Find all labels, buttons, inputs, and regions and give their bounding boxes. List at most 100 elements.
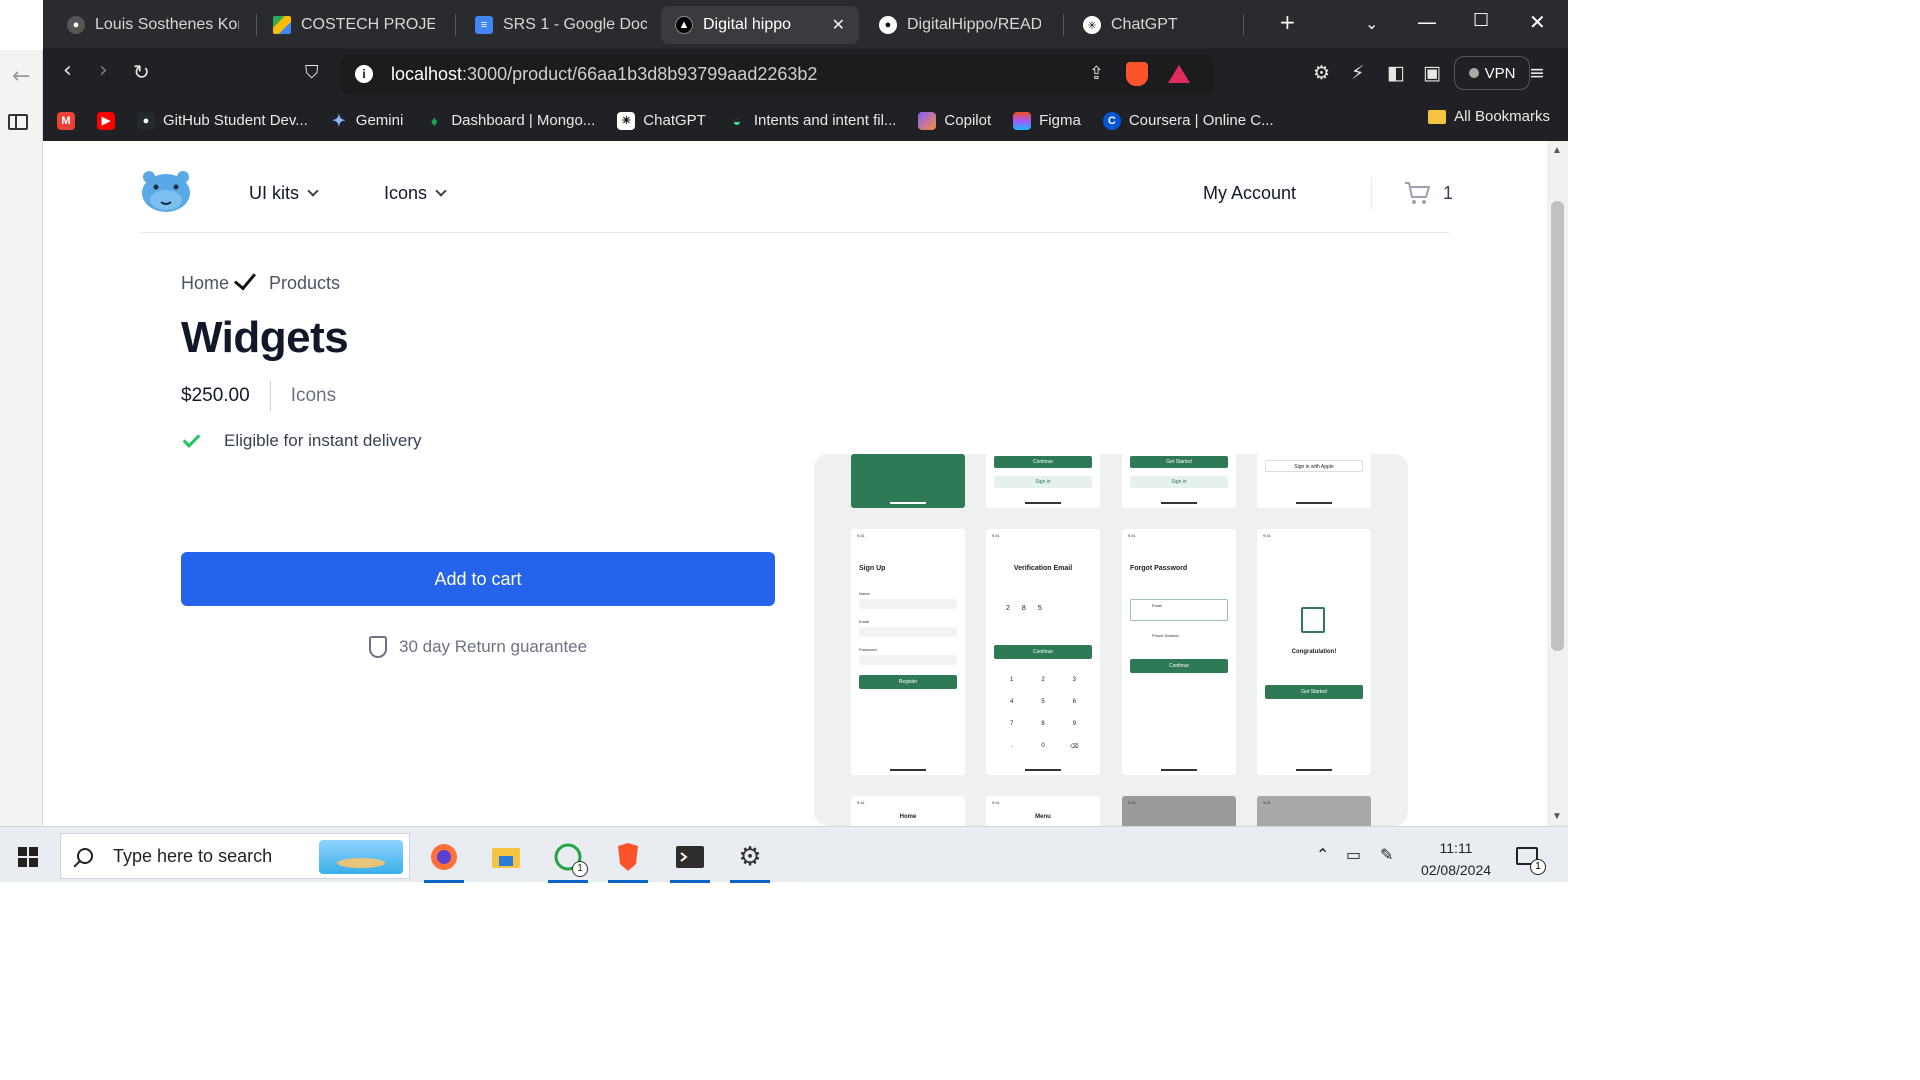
add-to-cart-button[interactable]: Add to cart [181,552,775,606]
bookmark-chatgpt[interactable]: ✳ ChatGPT [617,111,706,130]
scroll-up-icon[interactable]: ▲ [1552,145,1562,156]
folder-icon [1428,109,1447,124]
taskbar-terminal[interactable] [664,835,716,883]
brave-shields-icon[interactable] [1126,62,1148,86]
close-tab-icon[interactable]: ✕ [832,15,845,35]
taskbar-settings[interactable]: ⚙ [724,835,776,883]
chatgpt-icon: ✳ [617,111,636,130]
search-highlight-image [319,840,403,874]
tray-chevron-up-icon[interactable]: ⌃ [1316,845,1329,864]
bookmarks-bar: M ▶ ● GitHub Student Dev... ✦ Gemini ♦ Dash… [43,100,1568,141]
copilot-icon [918,111,937,130]
back-icon[interactable]: ‹ [63,58,72,83]
menu-icon[interactable]: ≡ [1529,62,1545,84]
leo-ai-icon[interactable]: ⚡ [1351,62,1364,84]
whatsapp-badge: 1 [572,861,588,877]
notification-icon[interactable]: 1 [1516,847,1546,875]
tab-srs-docs[interactable]: ≡ SRS 1 - Google Docs [461,6,661,44]
sidebar-icon[interactable]: ◧ [1387,62,1405,84]
forward-icon[interactable]: › [99,58,108,83]
tab-separator [455,14,456,36]
coursera-icon: C [1102,111,1121,130]
taskbar-brave[interactable] [602,835,654,883]
clock-time: 11:11 [1439,840,1473,856]
bookmark-gemini[interactable]: ✦ Gemini [330,112,403,130]
tab-digital-hippo[interactable]: ▲ Digital hippo ✕ [661,6,859,44]
breadcrumb-home[interactable]: Home [181,273,229,294]
tab-louis[interactable]: ● Louis Sosthenes Kony [53,6,253,44]
shield-icon [369,636,387,658]
preview-social-login-screen: Sign in with Apple [1257,454,1371,508]
brave-rewards-icon[interactable] [1168,65,1190,83]
github-icon: ● [137,111,155,130]
tab-github-readme[interactable]: ● DigitalHippo/READMI [865,6,1055,44]
wallet-icon[interactable]: ▣ [1423,62,1441,84]
nav-icons[interactable]: Icons [384,183,447,204]
bookmark-mongodb[interactable]: ♦ Dashboard | Mongo... [425,112,596,130]
browser-toolbar: ‹ › ↻ ⛉ i localhost:3000/product/66aa1b3… [43,48,1568,100]
tab-search-chevron-icon[interactable]: ⌄ [1365,14,1378,33]
address-bar[interactable]: i localhost:3000/product/66aa1b3d8b93799… [341,54,1214,94]
settings-gear-icon: ⚙ [738,842,762,872]
product-category: Icons [290,385,337,406]
taskbar-search[interactable]: Type here to search [60,833,410,879]
firefox-icon [431,844,457,870]
extensions-icon[interactable]: ⚙ [1313,62,1330,84]
bookmark-github-student[interactable]: ● GitHub Student Dev... [137,111,308,130]
shopping-cart-icon [1405,182,1430,204]
background-window-strip: ← [0,0,43,826]
pen-icon[interactable]: ✎ [1380,845,1393,864]
minimize-icon[interactable]: — [1417,10,1437,34]
battery-icon[interactable]: ▭ [1346,845,1361,864]
maximize-icon[interactable]: ☐ [1473,10,1489,31]
close-window-icon[interactable]: ✕ [1529,10,1546,34]
bookmark-youtube[interactable]: ▶ [97,111,115,130]
android-icon: ◒ [732,112,742,129]
tab-costech[interactable]: COSTECH PROJECT1 2 [259,6,449,44]
price-divider [269,381,271,411]
taskbar-clock[interactable]: 11:11 02/08/2024 [1418,837,1494,881]
nav-ui-kits[interactable]: UI kits [249,183,319,204]
preview-detail-screen: 9:41 [1122,796,1236,826]
breadcrumb: Home Products [181,267,340,297]
google-docs-icon: ≡ [475,16,493,34]
hippo-logo-icon[interactable] [141,169,191,213]
sidebar-toggle-icon[interactable] [8,114,28,130]
scrollbar-thumb[interactable] [1551,201,1564,651]
taskbar-firefox[interactable] [418,835,470,883]
scroll-down-icon[interactable]: ▼ [1552,811,1562,822]
triangle-logo-icon: ▲ [675,16,693,34]
check-icon [182,430,201,448]
windows-start-icon[interactable] [18,847,38,867]
bookmark-coursera[interactable]: C Coursera | Online C... [1102,111,1274,130]
site-info-icon[interactable]: i [355,65,373,83]
new-tab-icon[interactable]: + [1279,10,1296,34]
bookmark-icon[interactable]: ⛉ [305,62,319,83]
breadcrumb-products[interactable]: Products [269,273,340,294]
my-account-link[interactable]: My Account [1203,183,1296,204]
vpn-button[interactable]: VPN [1454,56,1530,90]
bookmark-figma[interactable]: Figma [1013,111,1081,130]
cart-button[interactable]: 1 [1403,179,1453,207]
share-icon[interactable]: ⇪ [1089,63,1104,84]
preview-food-screen: 9:41 [1257,796,1371,826]
windows-taskbar: Type here to search 1 ⚙ ⌃ ▭ ✎ 11:11 02/0… [0,826,1568,883]
preview-onboarding-screen: Continue Sign in [986,454,1100,508]
all-bookmarks[interactable]: All Bookmarks [1428,108,1550,125]
back-arrow-icon[interactable]: ← [12,64,30,89]
tab-chatgpt[interactable]: ✳ ChatGPT [1069,6,1239,44]
page-scrollbar[interactable]: ▲ ▼ [1547,141,1568,826]
file-explorer-icon [492,848,520,868]
bookmark-gmail[interactable]: M [57,111,75,130]
url-text[interactable]: localhost:3000/product/66aa1b3d8b93799aa… [391,64,817,85]
tab-separator [1063,14,1064,36]
taskbar-file-explorer[interactable] [480,835,532,879]
chevron-down-icon [307,185,319,197]
vpn-status-icon [1468,68,1479,78]
product-image[interactable]: Continue Sign in Get Started Sign in Sig… [814,454,1408,826]
taskbar-whatsapp[interactable]: 1 [542,835,594,883]
bookmark-android-intents[interactable]: ◒ Intents and intent fil... [728,112,897,130]
avatar-icon: ● [67,16,85,34]
reload-icon[interactable]: ↻ [133,60,150,84]
bookmark-copilot[interactable]: Copilot [918,111,991,130]
